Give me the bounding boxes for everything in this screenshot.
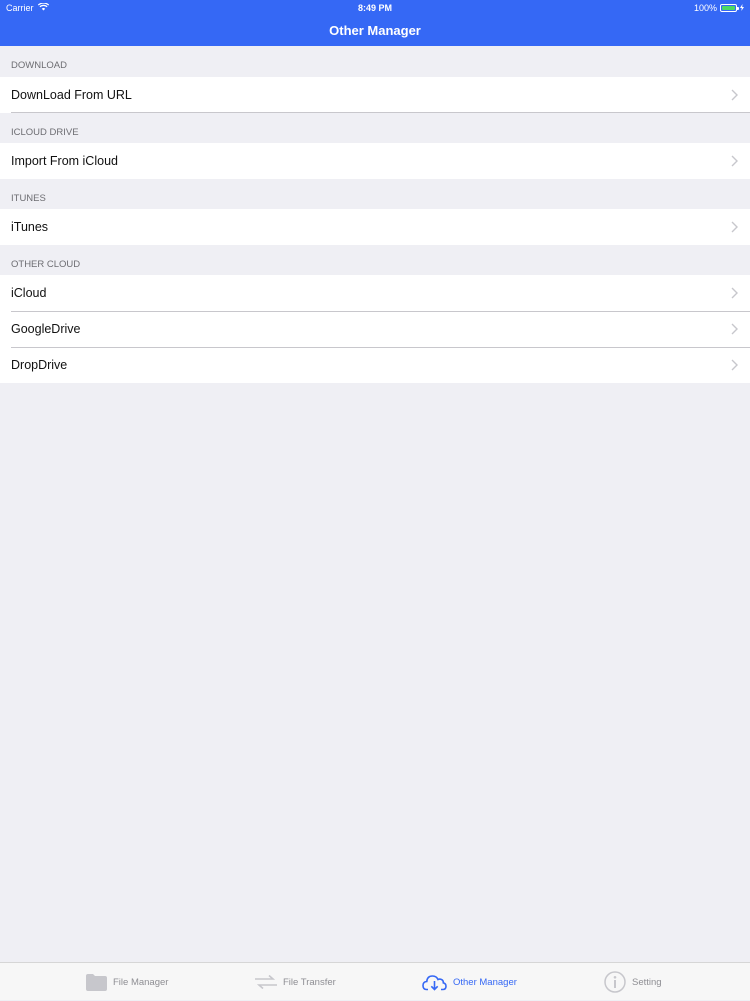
itunes-row[interactable]: iTunes: [0, 209, 750, 245]
status-time: 8:49 PM: [357, 3, 392, 13]
status-bar: Carrier 8:49 PM 100%: [0, 0, 750, 16]
cloud-download-icon: [422, 973, 447, 991]
chevron-right-icon: [731, 89, 738, 101]
tab-file-manager[interactable]: File Manager: [86, 963, 168, 1001]
dropdrive-row[interactable]: DropDrive: [0, 347, 750, 383]
battery-icon: [720, 4, 739, 12]
settings-list: DOWNLOAD DownLoad From URL ICLOUD DRIVE …: [0, 46, 750, 383]
row-label: iTunes: [11, 220, 49, 234]
download-from-url-row[interactable]: DownLoad From URL: [0, 77, 750, 113]
section-header-icloud-drive: ICLOUD DRIVE: [11, 127, 79, 138]
tab-setting[interactable]: Setting: [604, 963, 662, 1001]
tab-other-manager[interactable]: Other Manager: [422, 963, 517, 1001]
chevron-right-icon: [731, 359, 738, 371]
section-header-download: DOWNLOAD: [11, 60, 67, 71]
row-label: DownLoad From URL: [11, 88, 132, 102]
tab-label: File Manager: [113, 976, 169, 988]
row-label: Import From iCloud: [11, 154, 118, 168]
section-header-itunes: ITUNES: [11, 193, 46, 204]
tab-bar: File Manager File Transfer Other Manager: [0, 962, 750, 1000]
googledrive-row[interactable]: GoogleDrive: [0, 311, 750, 347]
tab-label: Other Manager: [453, 976, 517, 988]
import-from-icloud-row[interactable]: Import From iCloud: [0, 143, 750, 179]
row-label: DropDrive: [11, 358, 68, 372]
chevron-right-icon: [731, 287, 738, 299]
group-download: DownLoad From URL: [0, 77, 750, 113]
transfer-icon: [255, 975, 277, 989]
icloud-row[interactable]: iCloud: [0, 275, 750, 311]
group-other-cloud: iCloud GoogleDrive DropDrive: [0, 275, 750, 383]
row-label: GoogleDrive: [11, 322, 81, 336]
chevron-right-icon: [731, 323, 738, 335]
navigation-bar: Carrier 8:49 PM 100% Other Manager: [0, 0, 750, 46]
page-title: Other Manager: [329, 23, 421, 38]
row-label: iCloud: [11, 286, 47, 300]
section-header-other-cloud: OTHER CLOUD: [11, 259, 81, 270]
charging-icon: [740, 0, 744, 16]
battery-indicator: 100%: [694, 0, 744, 16]
tab-label: Setting: [632, 976, 662, 988]
group-icloud-drive: Import From iCloud: [0, 143, 750, 179]
tab-label: File Transfer: [283, 976, 336, 988]
group-itunes: iTunes: [0, 209, 750, 245]
info-icon: [604, 971, 626, 993]
folder-icon: [86, 973, 107, 991]
chevron-right-icon: [731, 221, 738, 233]
battery-percent: 100%: [693, 3, 717, 13]
tab-file-transfer[interactable]: File Transfer: [255, 963, 336, 1001]
chevron-right-icon: [731, 155, 738, 167]
